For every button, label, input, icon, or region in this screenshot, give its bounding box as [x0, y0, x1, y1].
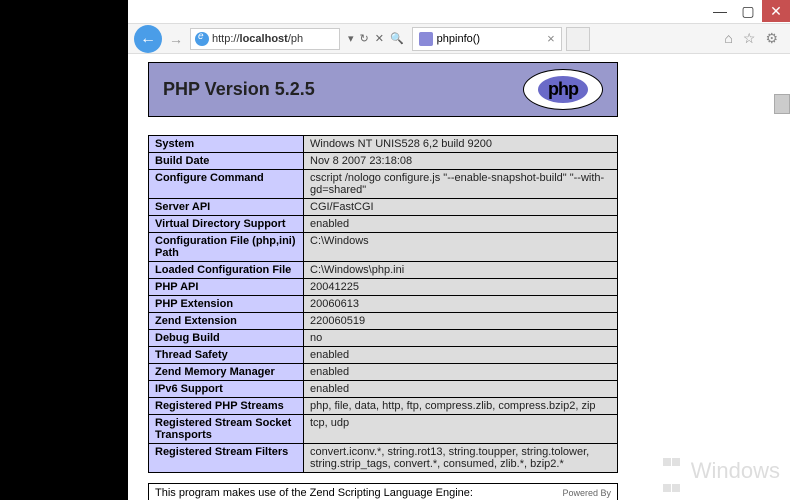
row-key: Server API	[149, 199, 304, 216]
row-value: C:\Windows\php.ini	[304, 262, 618, 279]
row-value: convert.iconv.*, string.rot13, string.to…	[304, 444, 618, 473]
row-key: Zend Extension	[149, 313, 304, 330]
row-value: tcp, udp	[304, 415, 618, 444]
row-key: Registered PHP Streams	[149, 398, 304, 415]
row-value: php, file, data, http, ftp, compress.zli…	[304, 398, 618, 415]
stop-button[interactable]: ✕	[375, 32, 384, 45]
table-row: PHP Extension20060613	[149, 296, 618, 313]
tab-title: phpinfo()	[437, 33, 543, 45]
navigation-bar: ← → http://localhost/ph ▾ ↻ ✕ 🔍 phpinfo(…	[128, 24, 790, 54]
row-value: enabled	[304, 381, 618, 398]
dropdown-icon[interactable]: ▾	[348, 32, 354, 45]
row-key: PHP Extension	[149, 296, 304, 313]
page-icon	[419, 32, 433, 46]
table-row: Virtual Directory Supportenabled	[149, 216, 618, 233]
zend-footer: This program makes use of the Zend Scrip…	[148, 483, 618, 500]
row-value: Nov 8 2007 23:18:08	[304, 153, 618, 170]
ie-icon	[195, 32, 209, 46]
table-row: PHP API20041225	[149, 279, 618, 296]
address-bar[interactable]: http://localhost/ph	[190, 28, 340, 50]
close-button[interactable]: ✕	[762, 0, 790, 22]
row-key: Configuration File (php,ini) Path	[149, 233, 304, 262]
new-tab-button[interactable]	[566, 27, 590, 51]
table-row: SystemWindows NT UNIS528 6,2 build 9200	[149, 136, 618, 153]
phpinfo-header: PHP Version 5.2.5 php	[148, 62, 618, 117]
row-key: Virtual Directory Support	[149, 216, 304, 233]
table-row: Server APICGI/FastCGI	[149, 199, 618, 216]
table-row: Configuration File (php,ini) PathC:\Wind…	[149, 233, 618, 262]
home-icon[interactable]: ⌂	[724, 30, 732, 47]
back-button[interactable]: ←	[134, 25, 162, 53]
row-key: Thread Safety	[149, 347, 304, 364]
phpinfo-table: SystemWindows NT UNIS528 6,2 build 9200B…	[148, 135, 618, 473]
row-value: enabled	[304, 347, 618, 364]
row-value: enabled	[304, 216, 618, 233]
row-value: Windows NT UNIS528 6,2 build 9200	[304, 136, 618, 153]
row-value: 220060519	[304, 313, 618, 330]
row-key: Registered Stream Filters	[149, 444, 304, 473]
browser-window: — ▢ ✕ ← → http://localhost/ph ▾ ↻ ✕ 🔍 ph…	[128, 0, 790, 500]
search-button[interactable]: 🔍	[390, 32, 404, 45]
refresh-button[interactable]: ↻	[360, 32, 369, 45]
scrollbar-thumb[interactable]	[774, 94, 790, 114]
windows-watermark: Windows	[663, 446, 780, 498]
php-logo: php	[523, 69, 603, 110]
table-row: Loaded Configuration FileC:\Windows\php.…	[149, 262, 618, 279]
windows-flag-icon	[663, 446, 681, 498]
address-controls: ▾ ↻ ✕ 🔍	[344, 32, 408, 45]
page-content[interactable]: PHP Version 5.2.5 php SystemWindows NT U…	[128, 54, 790, 500]
black-sidebar	[0, 0, 128, 500]
powered-by-label: Powered By	[562, 488, 611, 498]
row-key: Build Date	[149, 153, 304, 170]
row-key: IPv6 Support	[149, 381, 304, 398]
table-row: IPv6 Supportenabled	[149, 381, 618, 398]
row-key: Zend Memory Manager	[149, 364, 304, 381]
footer-text: This program makes use of the Zend Scrip…	[155, 487, 473, 499]
row-key: PHP API	[149, 279, 304, 296]
page-title: PHP Version 5.2.5	[163, 79, 315, 100]
address-text: http://localhost/ph	[212, 33, 335, 45]
browser-tab[interactable]: phpinfo() ×	[412, 27, 562, 51]
row-key: System	[149, 136, 304, 153]
tab-close-button[interactable]: ×	[547, 31, 555, 46]
table-row: Debug Buildno	[149, 330, 618, 347]
maximize-button[interactable]: ▢	[734, 0, 762, 22]
tools-icon[interactable]: ⚙	[765, 30, 778, 47]
row-key: Configure Command	[149, 170, 304, 199]
window-titlebar: — ▢ ✕	[128, 0, 790, 24]
table-row: Registered Stream Filtersconvert.iconv.*…	[149, 444, 618, 473]
table-row: Registered PHP Streamsphp, file, data, h…	[149, 398, 618, 415]
table-row: Build DateNov 8 2007 23:18:08	[149, 153, 618, 170]
favorites-icon[interactable]: ☆	[743, 30, 756, 47]
table-row: Thread Safetyenabled	[149, 347, 618, 364]
row-value: enabled	[304, 364, 618, 381]
row-value: 20060613	[304, 296, 618, 313]
php-logo-text: php	[538, 76, 588, 103]
row-value: no	[304, 330, 618, 347]
toolbar-right: ⌂ ☆ ⚙	[724, 30, 784, 47]
forward-button[interactable]: →	[166, 31, 186, 47]
row-value: C:\Windows	[304, 233, 618, 262]
row-value: CGI/FastCGI	[304, 199, 618, 216]
minimize-button[interactable]: —	[706, 0, 734, 22]
row-key: Loaded Configuration File	[149, 262, 304, 279]
row-value: cscript /nologo configure.js "--enable-s…	[304, 170, 618, 199]
table-row: Zend Extension220060519	[149, 313, 618, 330]
table-row: Configure Commandcscript /nologo configu…	[149, 170, 618, 199]
table-row: Registered Stream Socket Transportstcp, …	[149, 415, 618, 444]
row-value: 20041225	[304, 279, 618, 296]
table-row: Zend Memory Managerenabled	[149, 364, 618, 381]
row-key: Debug Build	[149, 330, 304, 347]
row-key: Registered Stream Socket Transports	[149, 415, 304, 444]
